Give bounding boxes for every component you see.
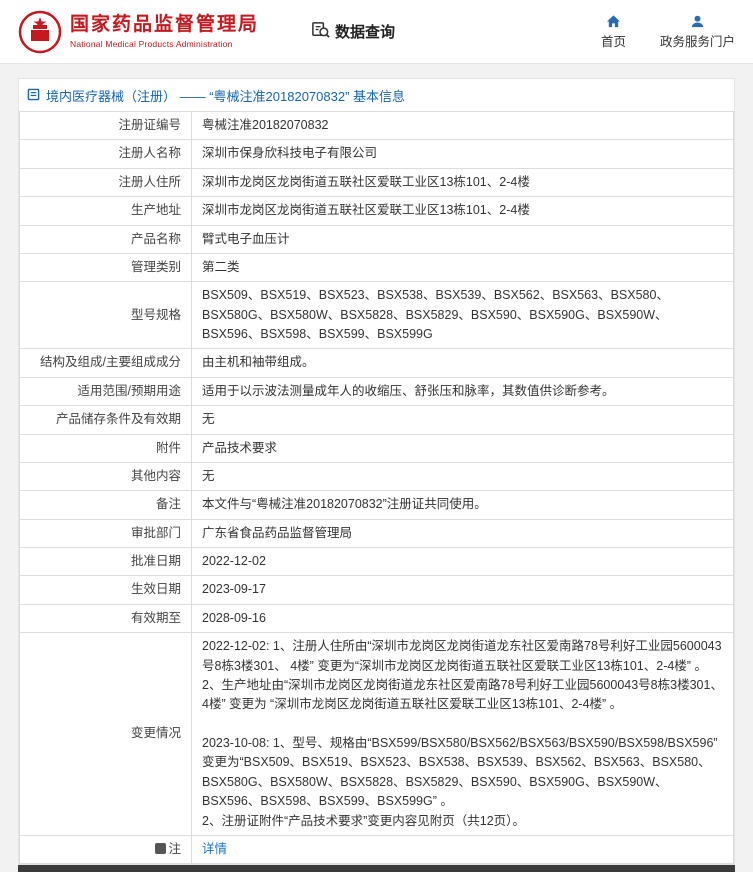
table-row: 注册人名称 深圳市保身欣科技电子有限公司 [20,140,734,168]
nav-home-label: 首页 [601,31,626,50]
table-row: 审批部门 广东省食品药品监督管理局 [20,519,734,547]
row-value: 产品技术要求 [192,434,734,462]
table-row: 批准日期 2022-12-02 [20,548,734,576]
row-label: 适用范围/预期用途 [20,377,192,405]
document-icon [27,88,40,104]
row-value: 无 [192,406,734,434]
user-icon [690,13,705,29]
row-label: 结构及组成/主要组成成分 [20,349,192,377]
row-value: 本文件与“粤械注准20182070832”注册证共同使用。 [192,491,734,519]
table-row: 变更情况 2022-12-02: 1、注册人住所由“深圳市龙岗区龙岗街道龙东社区… [20,633,734,836]
row-label: 产品名称 [20,225,192,253]
note-label: 注 [168,842,181,856]
row-value: 详情 [192,835,734,863]
row-value: 适用于以示波法测量成年人的收缩压、舒张压和脉率，其数值供诊断参考。 [192,377,734,405]
agency-name-en: National Medical Products Administration [70,39,259,49]
table-row: 生产地址 深圳市龙岗区龙岗街道五联社区爱联工业区13栋101、2-4楼 [20,197,734,225]
table-row: 注 详情 [20,835,734,863]
row-value: 深圳市保身欣科技电子有限公司 [192,140,734,168]
row-value: 2022-12-02 [192,548,734,576]
breadcrumb: 境内医疗器械（注册） —— “粤械注准20182070832” 基本信息 [19,79,734,111]
row-label: 有效期至 [20,604,192,632]
table-row: 备注 本文件与“粤械注准20182070832”注册证共同使用。 [20,491,734,519]
row-value: 广东省食品药品监督管理局 [192,519,734,547]
table-row: 其他内容 无 [20,462,734,490]
page-body: 境内医疗器械（注册） —— “粤械注准20182070832” 基本信息 注册证… [0,64,753,872]
row-label: 型号规格 [20,282,192,349]
table-row: 型号规格 BSX509、BSX519、BSX523、BSX538、BSX539、… [20,282,734,349]
row-label: 附件 [20,434,192,462]
change-history-value: 2022-12-02: 1、注册人住所由“深圳市龙岗区龙岗街道龙东社区爱南路78… [192,633,734,836]
top-navigation: 首页 政务服务门户 [601,13,735,50]
table-row: 生效日期 2023-09-17 [20,576,734,604]
row-value: 无 [192,462,734,490]
row-label: 审批部门 [20,519,192,547]
row-label: 批准日期 [20,548,192,576]
nav-data-query[interactable]: 数据查询 [311,20,395,43]
table-row: 结构及组成/主要组成成分 由主机和袖带组成。 [20,349,734,377]
row-label: 管理类别 [20,253,192,281]
data-query-label: 数据查询 [335,21,395,42]
data-search-icon [311,20,330,43]
home-icon [606,13,621,29]
row-value: 2023-09-17 [192,576,734,604]
row-value: 臂式电子血压计 [192,225,734,253]
table-row: 产品储存条件及有效期 无 [20,406,734,434]
row-value: 深圳市龙岗区龙岗街道五联社区爱联工业区13栋101、2-4楼 [192,168,734,196]
row-label: 变更情况 [20,633,192,836]
content-panel: 境内医疗器械（注册） —— “粤械注准20182070832” 基本信息 注册证… [18,78,735,865]
nav-home[interactable]: 首页 [601,13,626,50]
table-row: 适用范围/预期用途 适用于以示波法测量成年人的收缩压、舒张压和脉率，其数值供诊断… [20,377,734,405]
row-value: 由主机和袖带组成。 [192,349,734,377]
agency-name-cn: 国家药品监督管理局 [70,14,259,37]
table-row: 产品名称 臂式电子血压计 [20,225,734,253]
nmpa-logo-icon [18,10,62,54]
row-label: 备注 [20,491,192,519]
row-label: 其他内容 [20,462,192,490]
row-value: 2028-09-16 [192,604,734,632]
table-row: 注册证编号 粤械注准20182070832 [20,112,734,140]
row-label: 注册人名称 [20,140,192,168]
site-header: 国家药品监督管理局 National Medical Products Admi… [0,0,753,64]
table-row: 管理类别 第二类 [20,253,734,281]
agency-title-block: 国家药品监督管理局 National Medical Products Admi… [70,14,259,49]
row-value: 第二类 [192,253,734,281]
row-label: 生效日期 [20,576,192,604]
row-value: 深圳市龙岗区龙岗街道五联社区爱联工业区13栋101、2-4楼 [192,197,734,225]
row-label: 注册证编号 [20,112,192,140]
page-title: 境内医疗器械（注册） —— “粤械注准20182070832” 基本信息 [46,86,405,105]
footer-band [18,865,735,872]
row-value: 粤械注准20182070832 [192,112,734,140]
row-label: 产品储存条件及有效期 [20,406,192,434]
detail-link[interactable]: 详情 [202,842,227,856]
table-row: 注册人住所 深圳市龙岗区龙岗街道五联社区爱联工业区13栋101、2-4楼 [20,168,734,196]
nav-portal-label: 政务服务门户 [660,31,735,50]
registration-info-table: 注册证编号 粤械注准20182070832 注册人名称 深圳市保身欣科技电子有限… [19,111,734,864]
note-icon [155,843,166,854]
row-label: 注 [20,835,192,863]
row-label: 注册人住所 [20,168,192,196]
nav-portal[interactable]: 政务服务门户 [660,13,735,50]
row-label: 生产地址 [20,197,192,225]
table-row: 有效期至 2028-09-16 [20,604,734,632]
table-row: 附件 产品技术要求 [20,434,734,462]
row-value: BSX509、BSX519、BSX523、BSX538、BSX539、BSX56… [192,282,734,349]
